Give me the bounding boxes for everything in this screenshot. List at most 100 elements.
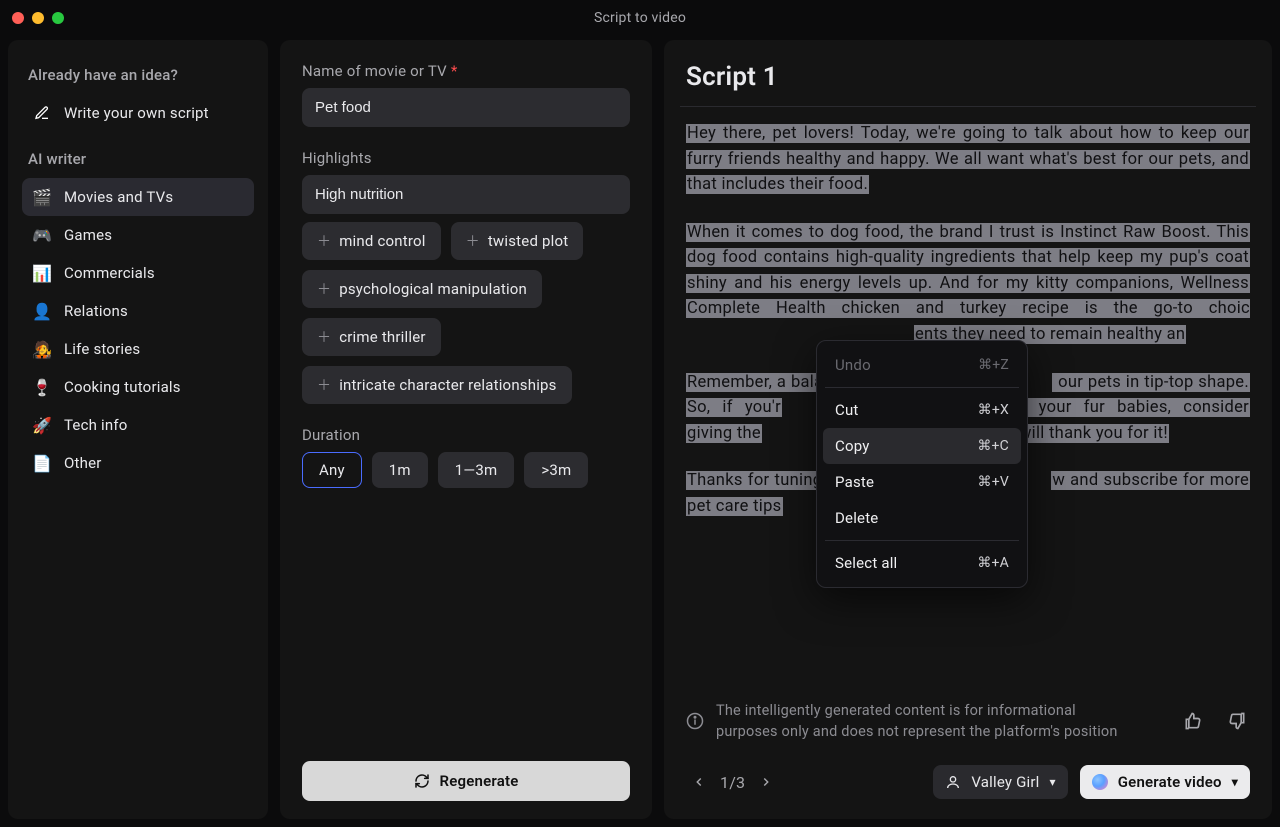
duration-pills: Any 1m 1—3m >3m bbox=[302, 452, 630, 488]
chip-label: psychological manipulation bbox=[339, 280, 527, 298]
name-input[interactable] bbox=[302, 88, 630, 127]
sidebar-item-label: Relations bbox=[64, 302, 128, 320]
plus-icon: ＋ bbox=[317, 327, 331, 347]
sidebar-item-label: Other bbox=[64, 454, 102, 472]
context-menu-shortcut: ⌘+V bbox=[978, 474, 1009, 490]
sparkle-icon bbox=[1092, 774, 1108, 790]
plus-icon: ＋ bbox=[317, 231, 331, 251]
context-menu-label: Paste bbox=[835, 473, 874, 491]
pager: 1/3 bbox=[686, 769, 779, 795]
context-menu-copy[interactable]: Copy ⌘+C bbox=[823, 428, 1021, 464]
selected-text: When it comes to dog food, the brand I t… bbox=[686, 223, 1250, 319]
script-title: Script 1 bbox=[686, 62, 1250, 92]
context-menu-separator bbox=[825, 540, 1019, 541]
context-menu-select-all[interactable]: Select all ⌘+A bbox=[823, 545, 1021, 581]
chevron-down-icon: ▾ bbox=[1050, 775, 1056, 789]
storyteller-icon: 🧑‍🎤 bbox=[32, 339, 52, 359]
duration-option-1-3m[interactable]: 1—3m bbox=[438, 452, 515, 488]
plus-icon: ＋ bbox=[466, 231, 480, 251]
sidebar-item-other[interactable]: 📄 Other bbox=[22, 444, 254, 482]
sidebar-item-games[interactable]: 🎮 Games bbox=[22, 216, 254, 254]
context-menu-label: Undo bbox=[835, 356, 871, 374]
sidebar-item-relations[interactable]: 👤 Relations bbox=[22, 292, 254, 330]
disclaimer-row: The intelligently generated content is f… bbox=[686, 700, 1250, 744]
disclaimer-text: The intelligently generated content is f… bbox=[716, 700, 1136, 744]
highlights-label: Highlights bbox=[302, 149, 630, 167]
regenerate-button[interactable]: Regenerate bbox=[302, 761, 630, 801]
context-menu-shortcut: ⌘+Z bbox=[978, 357, 1009, 373]
sidebar: Already have an idea? Write your own scr… bbox=[8, 40, 268, 819]
duration-option-any[interactable]: Any bbox=[302, 452, 362, 488]
chevron-down-icon: ▾ bbox=[1232, 775, 1238, 789]
sidebar-item-label: Movies and TVs bbox=[64, 188, 173, 206]
sidebar-item-label: Cooking tutorials bbox=[64, 378, 181, 396]
chip-label: crime thriller bbox=[339, 328, 425, 346]
sidebar-item-tech[interactable]: 🚀 Tech info bbox=[22, 406, 254, 444]
suggestion-chip[interactable]: ＋ mind control bbox=[302, 222, 441, 260]
close-window-button[interactable] bbox=[12, 12, 24, 24]
generate-label: Generate video bbox=[1118, 773, 1222, 791]
sidebar-item-life-stories[interactable]: 🧑‍🎤 Life stories bbox=[22, 330, 254, 368]
suggestion-chips: ＋ mind control ＋ twisted plot ＋ psycholo… bbox=[302, 222, 630, 404]
required-asterisk: * bbox=[451, 62, 458, 80]
selected-text: Hey there, pet lovers! Today, we're goin… bbox=[686, 124, 1250, 194]
thumbs-up-button[interactable] bbox=[1180, 708, 1206, 734]
pencil-icon bbox=[32, 103, 52, 123]
clapboard-icon: 🎬 bbox=[32, 187, 52, 207]
sidebar-section-idea: Already have an idea? bbox=[28, 66, 248, 84]
minimize-window-button[interactable] bbox=[32, 12, 44, 24]
duration-option-1m[interactable]: 1m bbox=[372, 452, 428, 488]
suggestion-chip[interactable]: ＋ psychological manipulation bbox=[302, 270, 542, 308]
maximize-window-button[interactable] bbox=[52, 12, 64, 24]
sidebar-item-label: Write your own script bbox=[64, 104, 209, 122]
context-menu-paste[interactable]: Paste ⌘+V bbox=[823, 464, 1021, 500]
config-panel: Name of movie or TV* Highlights ＋ mind c… bbox=[280, 40, 652, 819]
highlights-input[interactable] bbox=[302, 175, 630, 214]
feedback-buttons bbox=[1180, 708, 1250, 734]
context-menu-separator bbox=[825, 387, 1019, 388]
context-menu-label: Cut bbox=[835, 401, 859, 419]
voice-label: Valley Girl bbox=[971, 773, 1039, 791]
context-menu-undo: Undo ⌘+Z bbox=[823, 347, 1021, 383]
generate-video-button[interactable]: Generate video ▾ bbox=[1080, 765, 1250, 799]
context-menu-shortcut: ⌘+X bbox=[978, 402, 1009, 418]
duration-label: Duration bbox=[302, 426, 630, 444]
context-menu-label: Copy bbox=[835, 437, 870, 455]
pager-prev-button[interactable] bbox=[686, 769, 712, 795]
context-menu-shortcut: ⌘+C bbox=[977, 438, 1009, 454]
sidebar-item-label: Tech info bbox=[64, 416, 128, 434]
gamepad-icon: 🎮 bbox=[32, 225, 52, 245]
thumbs-down-button[interactable] bbox=[1224, 708, 1250, 734]
sidebar-item-write-own[interactable]: Write your own script bbox=[22, 94, 254, 132]
sidebar-item-cooking[interactable]: 🍷 Cooking tutorials bbox=[22, 368, 254, 406]
suggestion-chip[interactable]: ＋ crime thriller bbox=[302, 318, 441, 356]
context-menu-label: Select all bbox=[835, 554, 897, 572]
script-panel: Script 1 Hey there, pet lovers! Today, w… bbox=[664, 40, 1272, 819]
chip-label: mind control bbox=[339, 232, 425, 250]
sidebar-item-label: Games bbox=[64, 226, 112, 244]
refresh-icon bbox=[414, 773, 430, 789]
sidebar-item-movies[interactable]: 🎬 Movies and TVs bbox=[22, 178, 254, 216]
context-menu-label: Delete bbox=[835, 509, 878, 527]
person-icon: 👤 bbox=[32, 301, 52, 321]
script-paragraph: When it comes to dog food, the brand I t… bbox=[686, 220, 1250, 348]
name-label-text: Name of movie or TV bbox=[302, 62, 447, 80]
script-paragraph: Hey there, pet lovers! Today, we're goin… bbox=[686, 121, 1250, 198]
sidebar-item-commercials[interactable]: 📊 Commercials bbox=[22, 254, 254, 292]
chip-label: twisted plot bbox=[488, 232, 569, 250]
context-menu-delete[interactable]: Delete bbox=[823, 500, 1021, 536]
pager-next-button[interactable] bbox=[753, 769, 779, 795]
plus-icon: ＋ bbox=[317, 279, 331, 299]
window-title: Script to video bbox=[0, 10, 1280, 26]
app-body: Already have an idea? Write your own scr… bbox=[8, 40, 1272, 819]
voice-select[interactable]: Valley Girl ▾ bbox=[933, 765, 1067, 799]
plus-icon: ＋ bbox=[317, 375, 331, 395]
suggestion-chip[interactable]: ＋ twisted plot bbox=[451, 222, 584, 260]
info-icon bbox=[686, 712, 704, 730]
selected-text: Thanks for tuning bbox=[686, 471, 823, 490]
context-menu-cut[interactable]: Cut ⌘+X bbox=[823, 392, 1021, 428]
duration-option-3m[interactable]: >3m bbox=[524, 452, 588, 488]
divider bbox=[680, 106, 1256, 107]
suggestion-chip[interactable]: ＋ intricate character relationships bbox=[302, 366, 572, 404]
pager-value: 1/3 bbox=[720, 773, 745, 792]
